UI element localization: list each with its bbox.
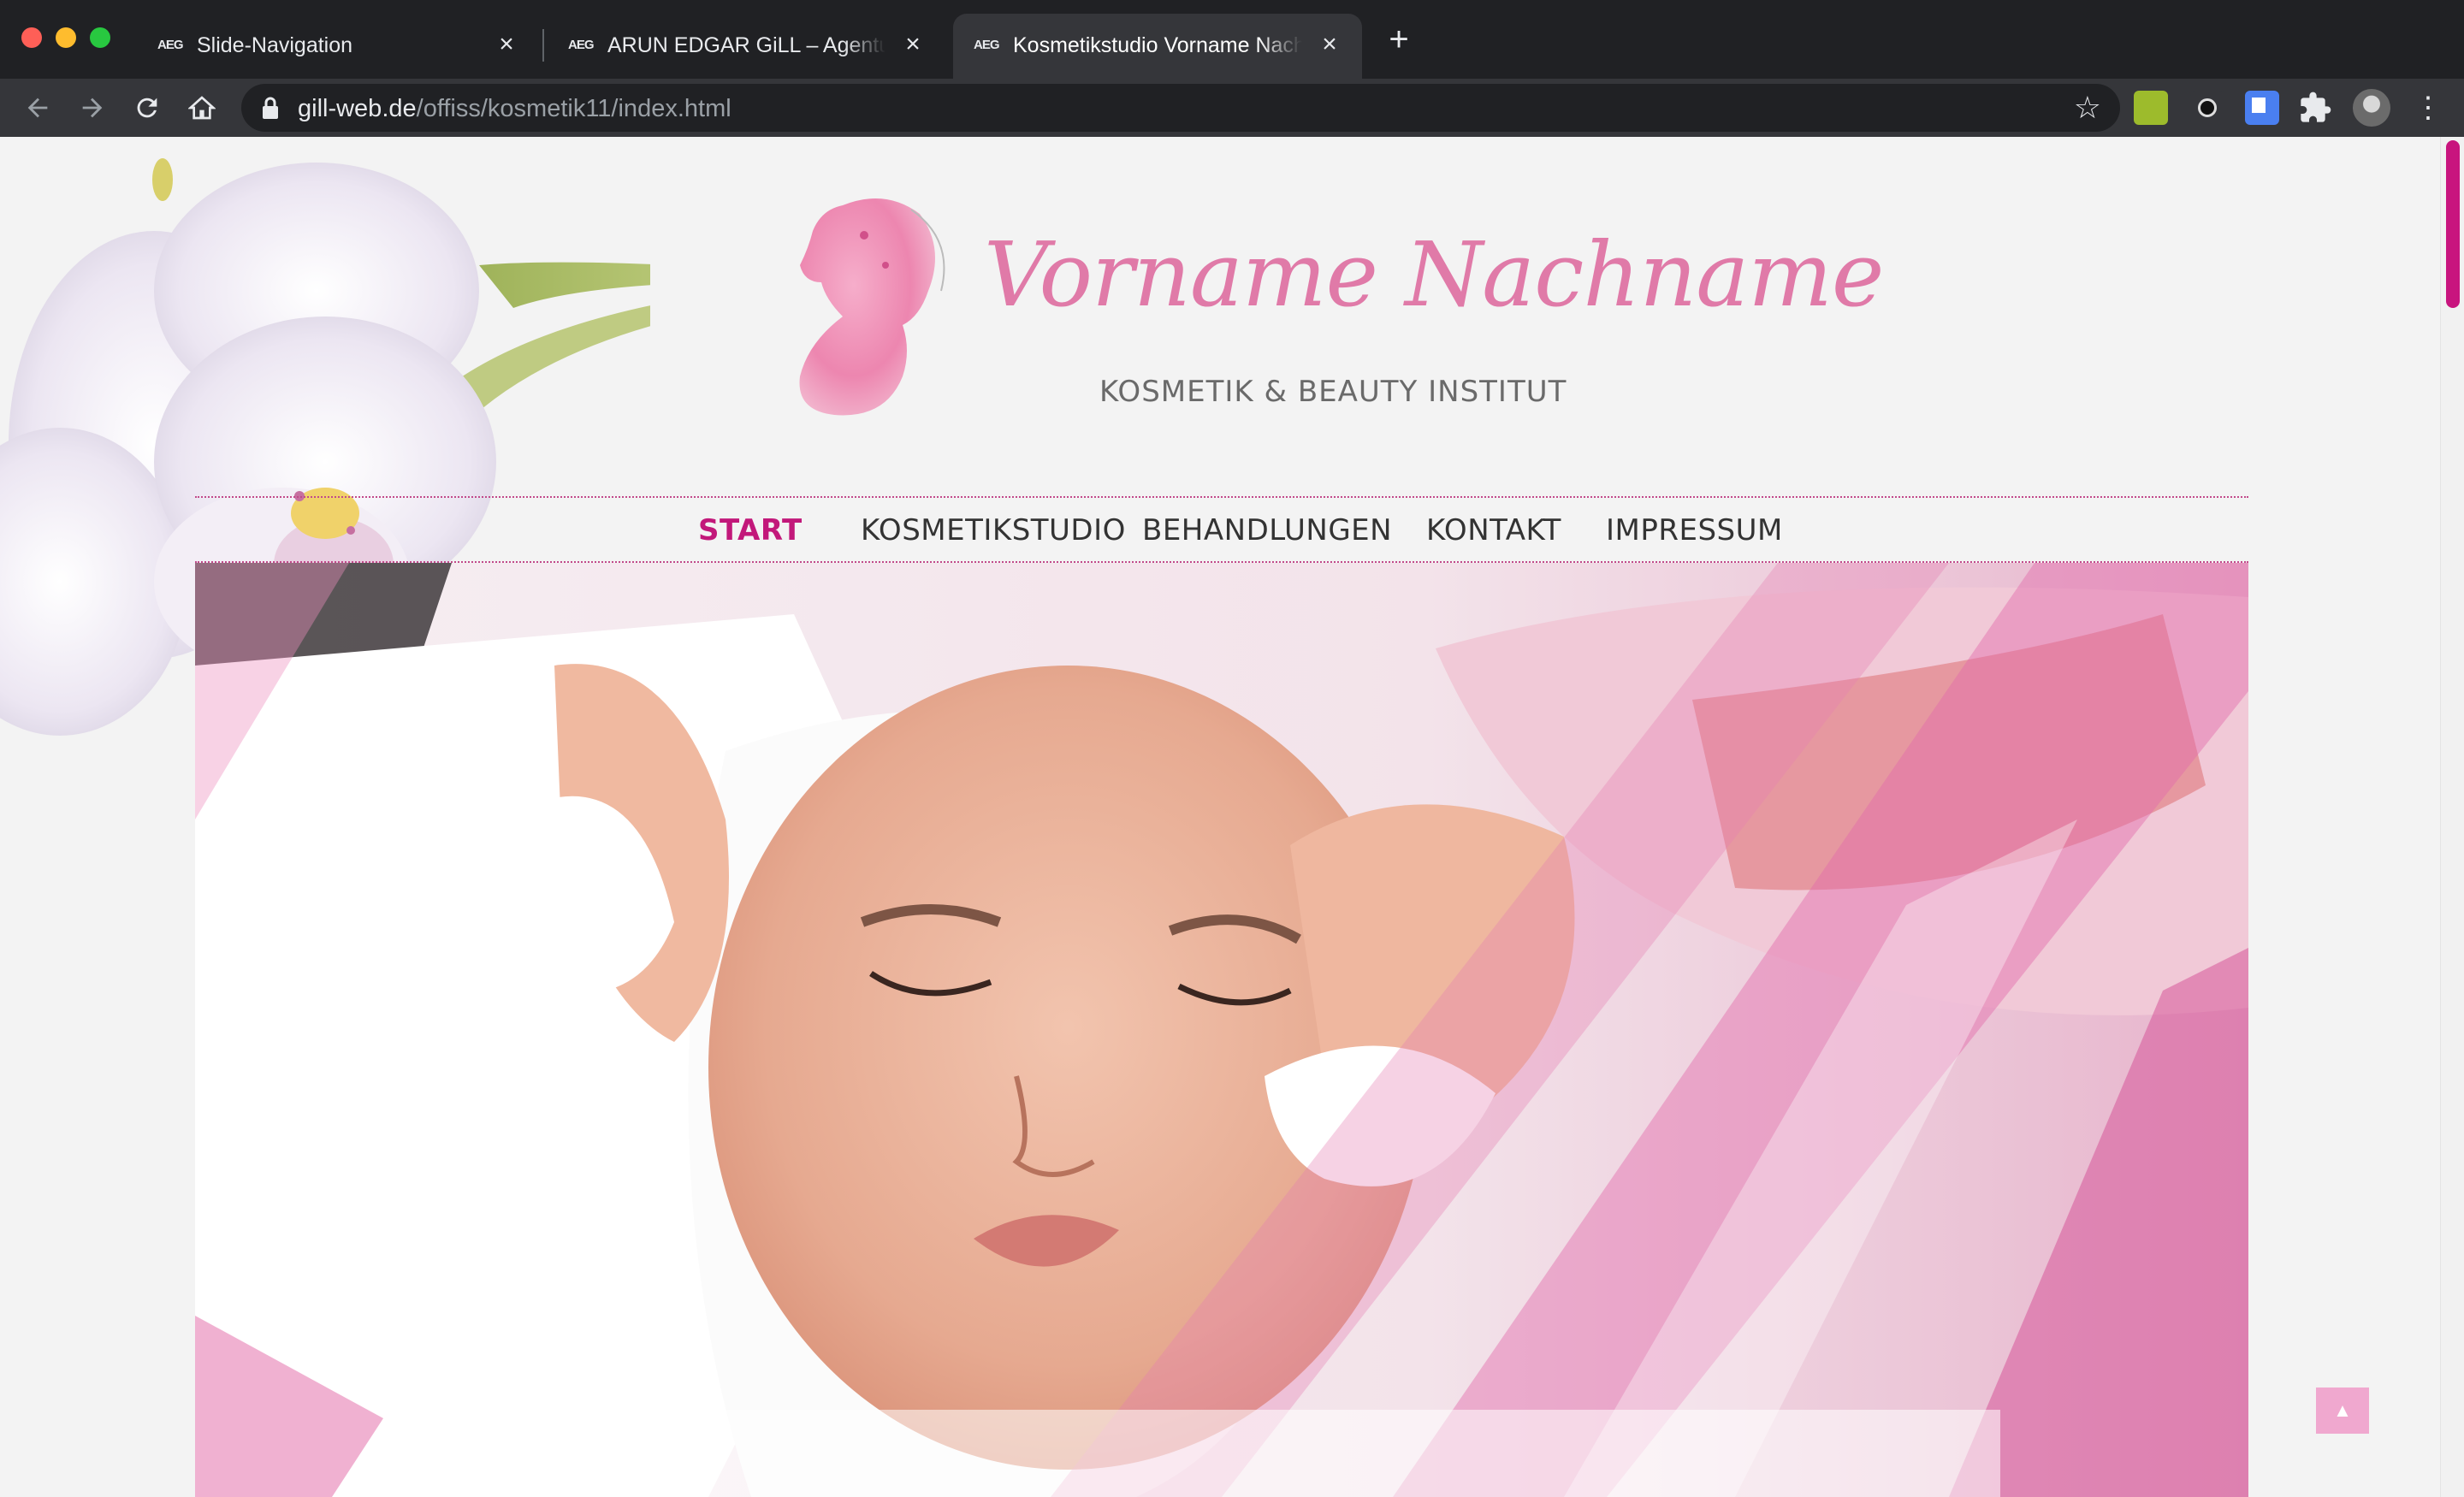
nav-item-kontakt[interactable]: KONTAKT bbox=[1426, 513, 1561, 547]
tab-kosmetikstudio[interactable]: AEG Kosmetikstudio Vorname Nach × bbox=[953, 14, 1362, 79]
translate-icon[interactable] bbox=[2245, 91, 2279, 125]
nav-item-kosmetikstudio[interactable]: KOSMETIKSTUDIO bbox=[861, 513, 1126, 547]
tab-slide-navigation[interactable]: AEG Slide-Navigation × bbox=[137, 14, 539, 79]
beauty-silhouette-logo bbox=[799, 198, 945, 416]
browser-tab-bar: AEG Slide-Navigation × AEG ARUN EDGAR Gi… bbox=[0, 0, 2464, 79]
window-close-button[interactable] bbox=[21, 27, 42, 48]
facial-treatment-photo bbox=[195, 563, 2248, 1497]
reload-icon bbox=[137, 98, 157, 118]
web-page: Vorname Nachname KOSMETIK & BEAUTY INSTI… bbox=[0, 137, 2464, 1497]
main-navigation: START KOSMETIKSTUDIO BEHANDLUNGEN KONTAK… bbox=[0, 505, 2464, 558]
scrollbar-thumb[interactable] bbox=[2446, 140, 2460, 308]
window-zoom-button[interactable] bbox=[90, 27, 110, 48]
content-panel bbox=[443, 1410, 2000, 1497]
arrow-left-icon bbox=[27, 98, 48, 118]
forward-button[interactable] bbox=[72, 87, 113, 128]
close-icon[interactable]: × bbox=[1314, 29, 1345, 60]
brand-subtitle: KOSMETIK & BEAUTY INSTITUT bbox=[1099, 375, 1567, 409]
home-icon bbox=[187, 96, 216, 120]
nav-item-start[interactable]: START bbox=[698, 513, 803, 547]
back-button[interactable] bbox=[17, 87, 58, 128]
browser-toolbar: gill-web.de/offiss/kosmetik11/index.html… bbox=[0, 79, 2464, 137]
url-host: gill-web.de bbox=[298, 95, 417, 122]
close-icon[interactable]: × bbox=[491, 29, 522, 60]
page-scrollbar[interactable] bbox=[2440, 137, 2464, 1497]
lock-icon bbox=[263, 97, 278, 119]
address-bar[interactable]: gill-web.de/offiss/kosmetik11/index.html… bbox=[241, 84, 2120, 132]
close-icon[interactable]: × bbox=[897, 29, 928, 60]
nav-divider-top bbox=[195, 496, 2248, 498]
reload-button[interactable] bbox=[127, 87, 168, 128]
puzzle-icon[interactable] bbox=[2298, 91, 2332, 125]
tab-favicon: AEG bbox=[974, 38, 1000, 52]
star-icon[interactable]: ☆ bbox=[2074, 91, 2101, 125]
tab-separator bbox=[542, 29, 544, 62]
new-tab-button[interactable]: + bbox=[1382, 22, 1416, 56]
arrow-right-icon bbox=[82, 98, 103, 118]
tab-arun-edgar-gill[interactable]: AEG ARUN EDGAR GiLL – Agentur f × bbox=[548, 14, 945, 79]
tab-favicon: AEG bbox=[157, 38, 184, 52]
nav-item-impressum[interactable]: IMPRESSUM bbox=[1606, 513, 1783, 547]
url-path: /offiss/kosmetik11/index.html bbox=[416, 95, 732, 122]
extension-record-icon[interactable] bbox=[2190, 91, 2224, 125]
profile-avatar[interactable] bbox=[2353, 89, 2390, 127]
extensions-icon bbox=[2301, 92, 2331, 122]
hero-image bbox=[195, 563, 2248, 1497]
tab-title: ARUN EDGAR GiLL – Agentur f bbox=[607, 33, 886, 57]
window-minimize-button[interactable] bbox=[56, 27, 76, 48]
home-button[interactable] bbox=[181, 87, 222, 128]
extension-green-icon[interactable] bbox=[2134, 91, 2168, 125]
tab-favicon: AEG bbox=[568, 38, 595, 52]
url-text: gill-web.de/offiss/kosmetik11/index.html bbox=[298, 95, 732, 122]
tab-title: Slide-Navigation bbox=[197, 33, 353, 57]
brand-name: Vorname Nachname bbox=[984, 222, 1884, 327]
nav-item-behandlungen[interactable]: BEHANDLUNGEN bbox=[1142, 513, 1392, 547]
tab-title: Kosmetikstudio Vorname Nach bbox=[1013, 33, 1302, 57]
kebab-menu-icon[interactable]: ⋮ bbox=[2411, 91, 2445, 125]
scroll-to-top-button[interactable]: ▲ bbox=[2316, 1388, 2369, 1434]
